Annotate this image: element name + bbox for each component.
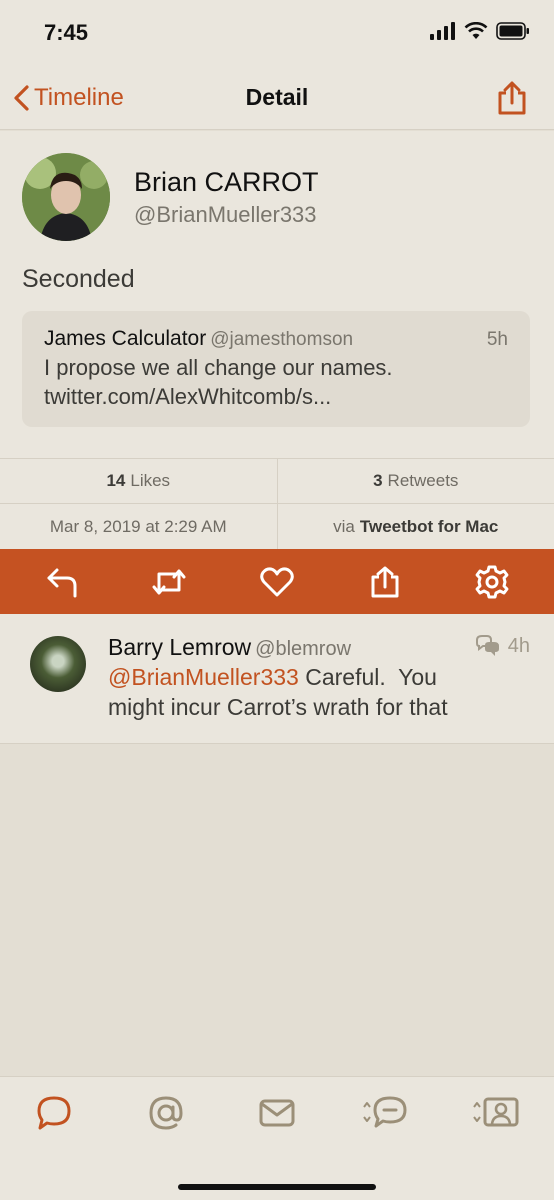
tweet-source: via Tweetbot for Mac — [278, 504, 554, 549]
tweet-text: Seconded — [22, 265, 135, 293]
author-handle[interactable]: @BrianMueller333 — [134, 202, 317, 228]
avatar[interactable] — [22, 153, 110, 241]
reply-author-handle[interactable]: @blemrow — [255, 638, 351, 660]
retweet-button[interactable] — [145, 558, 193, 606]
tab-profile[interactable] — [466, 1091, 526, 1135]
tab-messages[interactable] — [247, 1091, 307, 1135]
tweet-date: Mar 8, 2019 at 2:29 AM — [0, 504, 278, 549]
wifi-icon — [464, 22, 488, 39]
likes-label: Likes — [130, 471, 171, 490]
lists-icon — [363, 1096, 407, 1128]
retweets-count: 3 — [373, 471, 383, 490]
reply-time: 4h — [507, 634, 530, 657]
reply-tweet[interactable]: Barry Lemrow @blemrow 4h @BrianMueller333… — [0, 614, 554, 744]
reply-text-line1: @BrianMueller333 Careful. You — [108, 664, 437, 691]
reply-meta: 4h — [474, 634, 530, 658]
like-icon — [260, 566, 294, 596]
share-button[interactable] — [496, 80, 528, 116]
quote-text-line1: I propose we all change our names. — [44, 355, 393, 380]
home-indicator[interactable] — [178, 1184, 376, 1190]
like-button[interactable] — [253, 558, 301, 606]
tweet-detail: Brian CARROT @BrianMueller333 Seconded J… — [0, 131, 554, 549]
tab-mentions[interactable] — [136, 1091, 196, 1135]
action-bar — [0, 549, 554, 614]
quote-author: James Calculator @jamesthomson — [44, 327, 353, 351]
quote-link[interactable]: twitter.com/AlexWhitcomb/s... — [44, 384, 331, 410]
stats-row: 14 Likes 3 Retweets — [0, 458, 554, 504]
reply-text-line2: might incur Carrot’s wrath for that — [108, 694, 448, 720]
avatar[interactable] — [30, 636, 86, 692]
share-icon — [498, 81, 526, 115]
quote-time: 5h — [486, 329, 508, 350]
settings-icon — [475, 565, 509, 598]
share-tweet-button[interactable] — [361, 558, 409, 606]
retweet-icon — [152, 569, 186, 594]
quote-author-name: James Calculator — [44, 327, 207, 350]
quoted-tweet[interactable]: James Calculator @jamesthomson 5h I propo… — [22, 311, 530, 427]
quote-author-handle: @jamesthomson — [210, 329, 354, 350]
battery-icon — [496, 22, 529, 40]
retweets-stat[interactable]: 3 Retweets — [278, 459, 554, 503]
mentions-icon — [149, 1096, 183, 1130]
reply-author-name[interactable]: Barry Lemrow — [108, 634, 251, 660]
status-bar: 7:45 — [0, 0, 554, 68]
page-title: Detail — [245, 84, 309, 110]
share-icon — [371, 566, 399, 597]
meta-row: Mar 8, 2019 at 2:29 AM via Tweetbot for … — [0, 504, 554, 549]
nav-bar: Timeline Detail — [0, 68, 554, 130]
tab-timeline[interactable] — [24, 1091, 84, 1135]
reply-button[interactable] — [38, 558, 86, 606]
mention-link[interactable]: @BrianMueller333 — [108, 664, 299, 690]
timeline-icon — [37, 1096, 71, 1130]
profile-icon — [473, 1097, 519, 1127]
likes-stat[interactable]: 14 Likes — [0, 459, 278, 503]
via-prefix: via — [333, 516, 355, 536]
settings-button[interactable] — [468, 558, 516, 606]
status-time: 7:45 — [44, 20, 89, 45]
status-icons — [430, 22, 530, 40]
via-app[interactable]: Tweetbot for Mac — [360, 517, 499, 537]
author-name[interactable]: Brian CARROT — [134, 167, 319, 198]
likes-count: 14 — [106, 471, 126, 490]
messages-icon — [259, 1099, 295, 1127]
retweets-label: Retweets — [387, 471, 459, 490]
tab-lists[interactable] — [356, 1091, 416, 1135]
avatar-portrait — [22, 153, 110, 241]
conversation-icon — [475, 635, 499, 656]
signal-icon — [430, 22, 455, 40]
reply-author: Barry Lemrow @blemrow — [108, 634, 351, 661]
reply-icon — [47, 568, 77, 597]
tab-bar — [0, 1076, 554, 1200]
reply-text-rest: Careful. You — [298, 664, 437, 690]
